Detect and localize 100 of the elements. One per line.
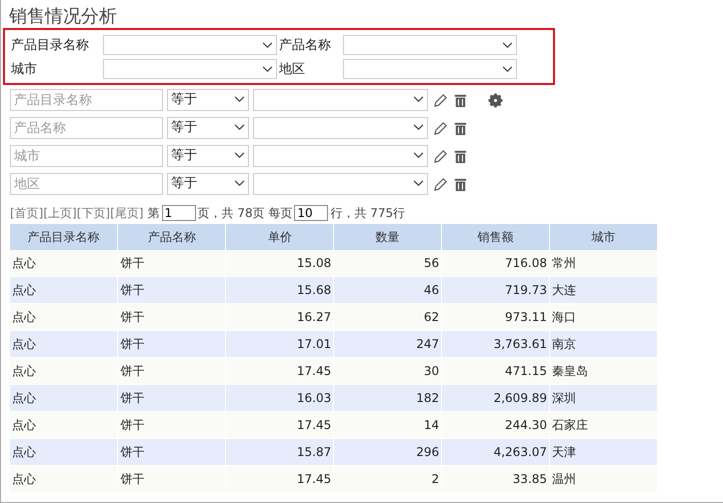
table-cell: 饼干 [118,250,226,276]
table-cell: 14 [334,412,442,438]
edit-icon[interactable] [433,120,448,136]
table-cell: 天津 [550,438,658,466]
table-cell: 471.15 [442,358,550,384]
rows-per-page-input[interactable]: 10 [294,205,328,221]
table-cell: 719.73 [442,276,550,304]
edit-icon[interactable] [433,148,448,164]
table-cell: 点心 [10,304,118,330]
table-cell: 3,763.61 [442,330,550,358]
table-cell: 16.27 [226,304,334,330]
pager-link[interactable]: [下页] [76,204,110,222]
chevron-icon [234,96,245,103]
edit-icon[interactable] [433,176,448,192]
table-cell: 点心 [10,466,118,492]
column-header: 产品目录名称 [10,224,118,250]
table-cell: 17.45 [226,466,334,492]
chevron-icon [234,180,245,187]
table-cell: 南京 [550,330,658,358]
table-cell: 温州 [550,466,658,492]
table-cell: 点心 [10,438,118,466]
table-cell: 2,609.89 [442,384,550,412]
table-cell: 2 [334,466,442,492]
page-input[interactable]: 1 [162,205,196,221]
parameter-label: 产品名称 [279,37,332,54]
table-cell: 296 [334,438,442,466]
table-cell: 饼干 [118,358,226,384]
table-cell: 15.68 [226,276,334,304]
table-cell: 46 [334,276,442,304]
table-cell: 30 [334,358,442,384]
operator-dropdown[interactable]: 等于 [167,145,249,167]
table-cell: 大连 [550,276,658,304]
chevron-icon [413,152,424,159]
table-cell: 4,263.07 [442,438,550,466]
trash-icon[interactable] [453,92,468,108]
table-cell: 点心 [10,250,118,276]
table-cell: 海口 [550,304,658,330]
table-cell: 33.85 [442,466,550,492]
trash-icon[interactable] [453,176,468,192]
pager-link[interactable]: [尾页] [110,204,144,222]
chevron-icon [502,42,513,49]
column-header: 数量 [334,224,442,250]
column-header: 单价 [226,224,334,250]
table-cell: 244.30 [442,412,550,438]
field-input[interactable]: 城市 [10,145,163,167]
chevron-icon [234,152,245,159]
table-cell: 秦皇岛 [550,358,658,384]
table-cell: 16.03 [226,384,334,412]
trash-icon[interactable] [453,148,468,164]
pager-text: 第 [148,204,160,222]
edit-icon[interactable] [433,92,448,108]
table-cell: 石家庄 [550,412,658,438]
table-cell: 15.87 [226,438,334,466]
chevron-icon [262,42,273,49]
table-cell: 深圳 [550,384,658,412]
column-header: 销售额 [442,224,550,250]
table-cell: 点心 [10,384,118,412]
table-cell: 17.45 [226,358,334,384]
settings-icon[interactable] [488,92,503,108]
pager-text: 页，共 78页 每页 [198,204,292,222]
field-input[interactable]: 地区 [10,173,163,195]
table-cell: 常州 [550,250,658,276]
table-cell: 点心 [10,330,118,358]
table-cell: 饼干 [118,384,226,412]
table-cell: 饼干 [118,276,226,304]
chevron-icon [234,124,245,131]
chevron-icon [262,66,273,73]
parameter-label: 地区 [279,61,306,78]
trash-icon[interactable] [453,120,468,136]
table-cell: 饼干 [118,438,226,466]
chevron-icon [413,96,424,103]
table-cell: 247 [334,330,442,358]
operator-dropdown[interactable]: 等于 [167,89,249,111]
table-cell: 182 [334,384,442,412]
chevron-icon [413,180,424,187]
chevron-icon [502,66,513,73]
column-header: 产品名称 [118,224,226,250]
field-input[interactable]: 产品目录名称 [10,89,163,111]
table-cell: 饼干 [118,330,226,358]
pager-text: 行，共 775行 [330,204,406,222]
table-cell: 点心 [10,276,118,304]
pager-link[interactable]: [首页] [10,204,44,222]
table-cell: 973.11 [442,304,550,330]
table-cell: 62 [334,304,442,330]
table-cell: 15.08 [226,250,334,276]
page-title: 销售情况分析 [8,6,118,28]
operator-dropdown[interactable]: 等于 [167,117,249,139]
table-cell: 点心 [10,412,118,438]
table-cell: 17.45 [226,412,334,438]
field-input[interactable]: 产品名称 [10,117,163,139]
table-cell: 饼干 [118,304,226,330]
table-cell: 点心 [10,358,118,384]
chevron-icon [413,124,424,131]
table-cell: 716.08 [442,250,550,276]
parameter-label: 产品目录名称 [11,37,90,54]
pager-link[interactable]: [上页] [43,204,77,222]
operator-dropdown[interactable]: 等于 [167,173,249,195]
column-header: 城市 [550,224,658,250]
table-cell: 17.01 [226,330,334,358]
table-cell: 56 [334,250,442,276]
